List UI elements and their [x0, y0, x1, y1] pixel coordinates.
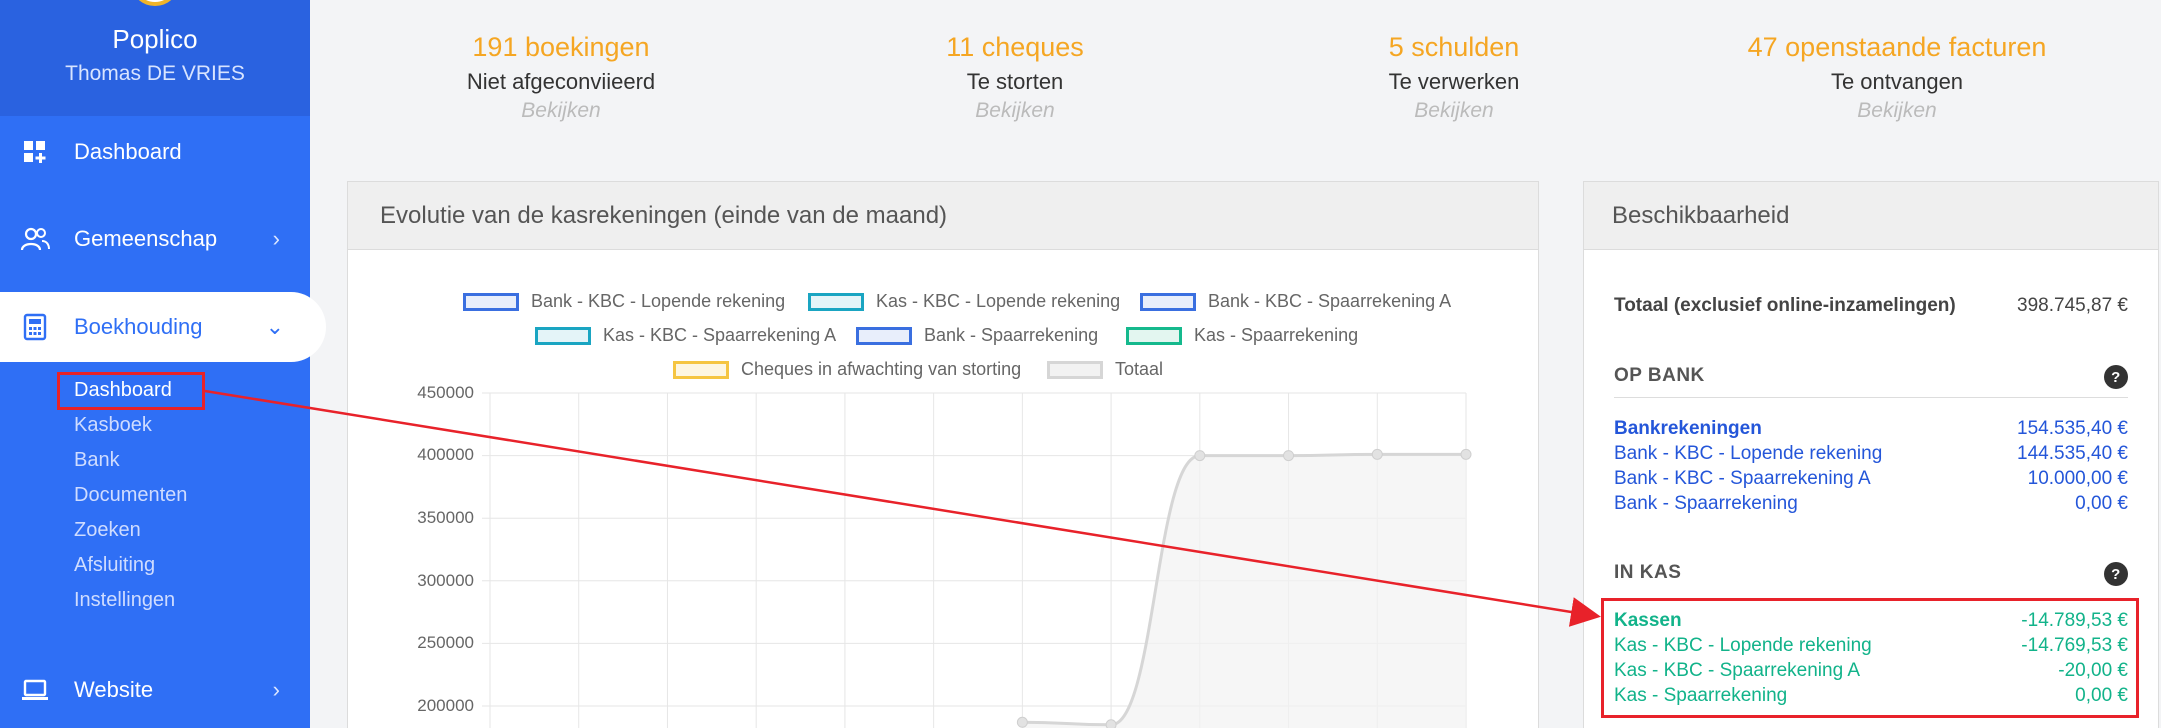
- stat-desc: Te ontvangen: [1830, 69, 1964, 94]
- chevron-right-icon: ›: [272, 226, 280, 251]
- highlight-subnav-dashboard: [57, 372, 205, 410]
- series-point[interactable]: [1105, 719, 1117, 728]
- availability-title: Beschikbaarheid: [1584, 182, 2158, 250]
- series-area: [1022, 454, 1466, 728]
- nav-dashboard[interactable]: Dashboard: [0, 117, 310, 187]
- stat-count: 47 openstaande facturen: [1747, 32, 2047, 62]
- nav-label: Gemeenschap: [74, 226, 218, 251]
- calculator-icon: [20, 312, 50, 342]
- stat-link[interactable]: Bekijken: [1264, 99, 1644, 123]
- bank-row-label: Bank - KBC - Lopende rekening: [1614, 443, 1883, 464]
- help-icon[interactable]: ?: [2104, 365, 2128, 389]
- nav-boekhouding[interactable]: Boekhouding ⌄: [0, 292, 326, 362]
- series-point[interactable]: [1283, 450, 1295, 462]
- bank-row-value: 0,00 €: [2075, 493, 2128, 514]
- bank-row-value: 144.535,40 €: [2017, 443, 2128, 464]
- app-root: Poplico Thomas DE VRIES Dashboard Gemeen…: [0, 0, 2161, 728]
- stat-desc: Te verwerken: [1388, 69, 1520, 94]
- bank-row-label: Bankrekeningen: [1614, 418, 1762, 439]
- stat-desc: Niet afgeconviieerd: [466, 69, 656, 94]
- stat-schulden: 5 schulden Te verwerken Bekijken: [1264, 32, 1644, 123]
- series-point[interactable]: [1371, 448, 1383, 460]
- sidebar-header: Poplico Thomas DE VRIES: [0, 0, 310, 116]
- bank-row[interactable]: Bank - KBC - Lopende rekening 144.535,40…: [1614, 443, 2128, 465]
- nav-label: Dashboard: [74, 139, 182, 164]
- help-icon[interactable]: ?: [2104, 562, 2128, 586]
- stat-boekingen: 191 boekingen Niet afgeconviieerd Bekijk…: [371, 32, 751, 123]
- chevron-right-icon: ›: [272, 677, 280, 702]
- subnav-bank[interactable]: Bank: [74, 449, 120, 472]
- laptop-icon: [20, 675, 50, 705]
- section-label: OP BANK: [1614, 365, 1705, 386]
- bank-row-label: Bank - Spaarrekening: [1614, 493, 1798, 514]
- highlight-kas-rows: [1601, 598, 2139, 718]
- series-point[interactable]: [1194, 450, 1206, 462]
- bank-row[interactable]: Bankrekeningen 154.535,40 €: [1614, 418, 2128, 440]
- chart-plot: [482, 392, 1472, 728]
- nav-website[interactable]: Website ›: [0, 655, 310, 725]
- nav-label: Boekhouding: [74, 314, 203, 339]
- chevron-down-icon: ⌄: [265, 314, 284, 339]
- bank-section-title: OP BANK ?: [1614, 365, 2128, 398]
- stat-count: 191 boekingen: [472, 32, 650, 62]
- stat-desc: Te storten: [966, 69, 1064, 94]
- total-row: Totaal (exclusief online-inzamelingen) 3…: [1614, 295, 2128, 317]
- stat-link[interactable]: Bekijken: [371, 99, 751, 123]
- chart-card: Evolutie van de kasrekeningen (einde van…: [347, 181, 1539, 728]
- stat-count: 5 schulden: [1388, 32, 1520, 62]
- subnav-zoeken[interactable]: Zoeken: [74, 519, 141, 542]
- series-point[interactable]: [1460, 448, 1472, 460]
- community-icon: [20, 224, 50, 254]
- stat-link[interactable]: Bekijken: [1707, 99, 2087, 123]
- org-name: Poplico: [112, 24, 198, 54]
- subnav-documenten[interactable]: Documenten: [74, 484, 187, 507]
- stat-facturen: 47 openstaande facturen Te ontvangen Bek…: [1707, 32, 2087, 123]
- stat-count: 11 cheques: [946, 32, 1084, 62]
- bank-row[interactable]: Bank - KBC - Spaarrekening A 10.000,00 €: [1614, 468, 2128, 490]
- nav-label: Website: [74, 677, 154, 702]
- total-value: 398.745,87 €: [2017, 295, 2128, 316]
- bank-row[interactable]: Bank - Spaarrekening 0,00 €: [1614, 493, 2128, 515]
- bank-row-label: Bank - KBC - Spaarrekening A: [1614, 468, 1871, 489]
- subnav-instellingen[interactable]: Instellingen: [74, 589, 175, 612]
- user-name[interactable]: Thomas DE VRIES: [0, 62, 310, 86]
- bank-row-value: 10.000,00 €: [2027, 468, 2128, 489]
- series-point[interactable]: [1016, 716, 1028, 728]
- stat-cheques: 11 cheques Te storten Bekijken: [825, 32, 1205, 123]
- section-label: IN KAS: [1614, 562, 1682, 583]
- dashboard-icon: [20, 137, 50, 167]
- subnav-kasboek[interactable]: Kasboek: [74, 414, 152, 437]
- nav-gemeenschap[interactable]: Gemeenschap ›: [0, 204, 310, 274]
- bank-row-value: 154.535,40 €: [2017, 418, 2128, 439]
- total-label: Totaal (exclusief online-inzamelingen): [1614, 295, 1956, 316]
- kas-section-title: IN KAS ?: [1614, 562, 2128, 594]
- subnav-afsluiting[interactable]: Afsluiting: [74, 554, 155, 577]
- sidebar: Poplico Thomas DE VRIES Dashboard Gemeen…: [0, 0, 326, 728]
- org-logo[interactable]: [130, 0, 180, 6]
- stat-link[interactable]: Bekijken: [825, 99, 1205, 123]
